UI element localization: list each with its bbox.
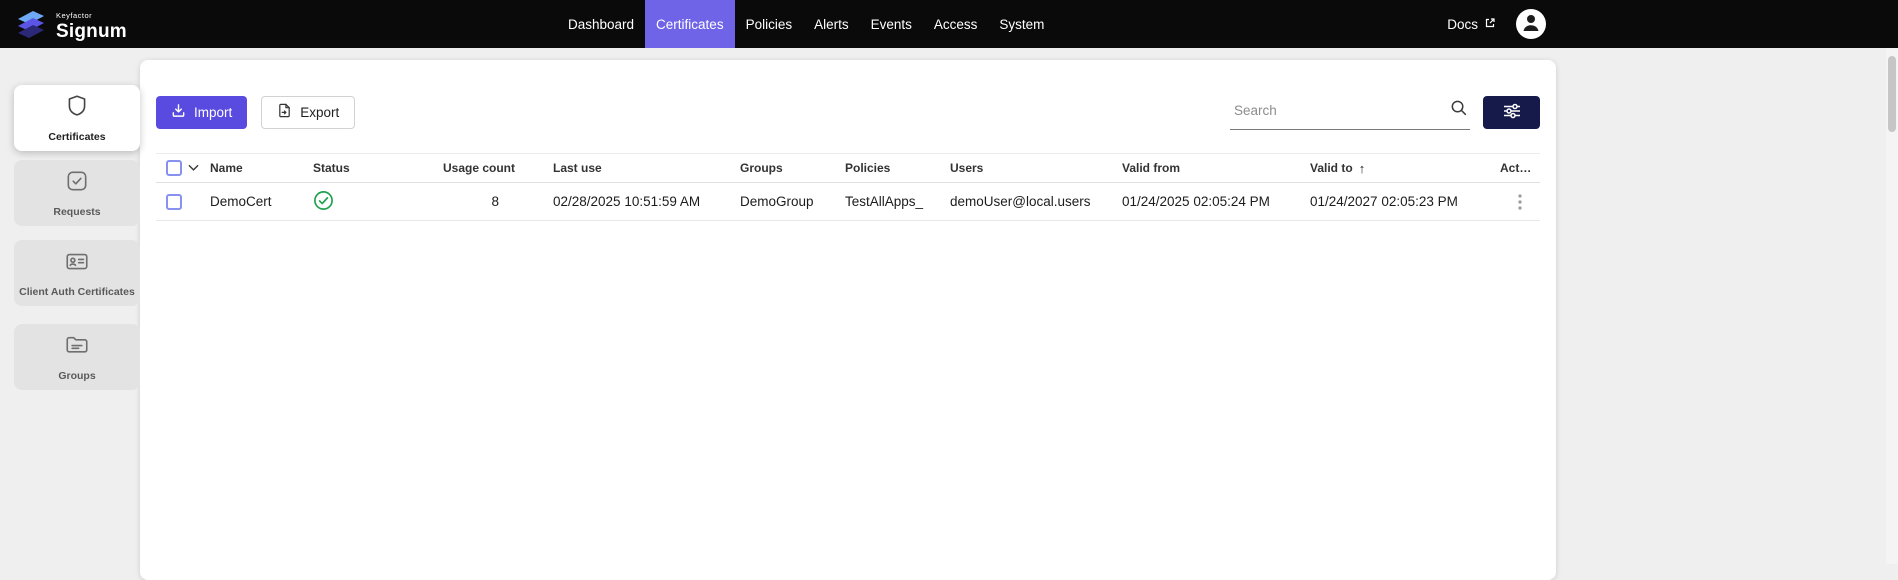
toolbar: Import Export [140, 60, 1556, 130]
certificates-table: Name Status Usage count Last use Groups … [156, 153, 1540, 221]
col-header-status[interactable]: Status [313, 161, 443, 175]
export-button[interactable]: Export [261, 96, 355, 129]
folder-icon [64, 332, 90, 363]
sidebar-item-label: Requests [53, 206, 100, 218]
sidebar-item-label: Groups [58, 370, 95, 382]
col-header-name[interactable]: Name [210, 161, 313, 175]
export-button-label: Export [300, 105, 339, 120]
col-header-groups[interactable]: Groups [740, 161, 845, 175]
nav-system[interactable]: System [988, 0, 1055, 48]
external-link-icon [1484, 17, 1496, 32]
col-header-last-use[interactable]: Last use [553, 161, 740, 175]
select-all-checkbox[interactable] [166, 160, 182, 176]
filter-button[interactable] [1483, 96, 1540, 129]
row-actions-kebab-button[interactable] [1512, 190, 1528, 214]
nav-dashboard[interactable]: Dashboard [557, 0, 645, 48]
user-avatar[interactable] [1516, 9, 1546, 39]
search-icon[interactable] [1449, 98, 1468, 122]
cell-policies: TestAllApps_ [845, 194, 950, 209]
table-row: DemoCert 8 02/28/2025 10:51:59 AM DemoGr… [156, 183, 1540, 221]
sidebar-item-client-auth-certificates[interactable]: Client Auth Certificates [14, 240, 140, 306]
nav-events[interactable]: Events [860, 0, 923, 48]
search-box [1230, 94, 1470, 130]
certificate-icon [64, 93, 90, 124]
cell-status [313, 190, 443, 214]
brand: Keyfactor Signum [14, 7, 127, 46]
brand-name-large: Signum [56, 22, 127, 41]
col-header-valid-from[interactable]: Valid from [1122, 161, 1310, 175]
sidebar-item-groups[interactable]: Groups [14, 324, 140, 390]
cell-users: demoUser@local.users [950, 194, 1122, 209]
row-checkbox[interactable] [166, 194, 182, 210]
import-icon [171, 103, 186, 121]
sort-ascending-icon: ↑ [1359, 161, 1366, 176]
sidebar-item-certificates[interactable]: Certificates [14, 85, 140, 151]
page-scrollbar [1886, 48, 1898, 564]
import-button-label: Import [194, 105, 232, 120]
cell-valid-from: 01/24/2025 02:05:24 PM [1122, 194, 1310, 209]
col-header-valid-to[interactable]: Valid to ↑ [1310, 161, 1500, 176]
cell-last-use: 02/28/2025 10:51:59 AM [553, 194, 740, 209]
top-nav: Dashboard Certificates Policies Alerts E… [557, 0, 1055, 48]
search-input[interactable] [1232, 102, 1441, 119]
id-card-icon [64, 248, 90, 279]
nav-policies[interactable]: Policies [735, 0, 804, 48]
topbar: Keyfactor Signum Dashboard Certificates … [0, 0, 1898, 48]
topbar-right: Docs [1447, 0, 1546, 48]
cell-groups: DemoGroup [740, 194, 845, 209]
nav-access[interactable]: Access [923, 0, 989, 48]
cell-actions [1500, 190, 1540, 214]
status-valid-icon [313, 190, 334, 214]
user-avatar-icon [1519, 10, 1543, 39]
select-menu-chevron-icon[interactable] [188, 159, 199, 177]
docs-link[interactable]: Docs [1447, 17, 1496, 32]
col-header-actions: Actions [1500, 161, 1540, 175]
sidebar-item-label: Client Auth Certificates [19, 286, 135, 298]
col-header-usage-count[interactable]: Usage count [443, 161, 553, 175]
col-header-policies[interactable]: Policies [845, 161, 950, 175]
header-select-cell [156, 159, 210, 177]
col-header-users[interactable]: Users [950, 161, 1122, 175]
export-icon [277, 103, 292, 121]
keyfactor-logo-icon [14, 7, 48, 46]
page-scrollbar-thumb[interactable] [1888, 56, 1896, 132]
nav-alerts[interactable]: Alerts [803, 0, 860, 48]
certificates-panel: Import Export [140, 60, 1556, 580]
row-select-cell [156, 194, 210, 210]
cell-usage-count: 8 [443, 194, 553, 209]
nav-certificates[interactable]: Certificates [645, 0, 735, 48]
brand-name-small: Keyfactor [56, 12, 127, 20]
filter-sliders-icon [1502, 103, 1522, 122]
col-header-valid-to-label: Valid to [1310, 161, 1353, 175]
import-button[interactable]: Import [156, 96, 247, 129]
sidebar-item-label: Certificates [48, 131, 105, 143]
docs-link-label: Docs [1447, 17, 1478, 32]
cell-name: DemoCert [210, 194, 313, 209]
table-header-row: Name Status Usage count Last use Groups … [156, 153, 1540, 183]
request-check-icon [64, 168, 90, 199]
cell-valid-to: 01/24/2027 02:05:23 PM [1310, 194, 1500, 209]
sidebar-item-requests[interactable]: Requests [14, 160, 140, 226]
